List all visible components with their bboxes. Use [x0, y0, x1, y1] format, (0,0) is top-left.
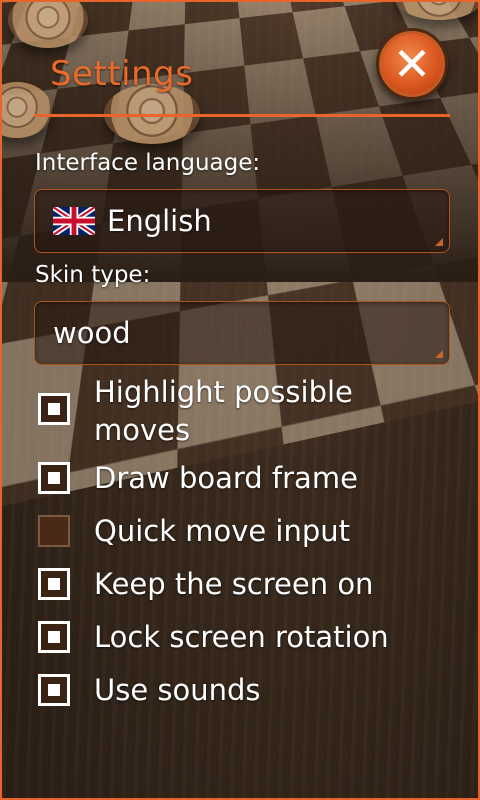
uk-flag-icon — [53, 207, 95, 235]
checkbox[interactable] — [38, 674, 70, 706]
checkbox[interactable] — [38, 621, 70, 653]
skin-select[interactable]: wood — [34, 301, 450, 365]
option-label: Lock screen rotation — [94, 620, 389, 654]
option-label: Draw board frame — [94, 461, 358, 495]
checkbox[interactable] — [38, 568, 70, 600]
option-use-sounds[interactable]: Use sounds — [38, 671, 458, 709]
option-label: Highlight possible moves — [94, 375, 353, 447]
settings-dialog: Settings ✕ Interface language: English S… — [0, 0, 480, 800]
check-mark-icon — [48, 472, 60, 484]
dropdown-corner-icon — [435, 238, 443, 246]
check-mark-icon — [48, 684, 60, 696]
option-lock-rotation[interactable]: Lock screen rotation — [38, 618, 458, 656]
page-title: Settings — [50, 54, 194, 94]
check-mark-icon — [48, 631, 60, 643]
close-button[interactable]: ✕ — [376, 28, 448, 100]
skin-value: wood — [53, 316, 131, 350]
option-label: Quick move input — [94, 514, 351, 548]
checkbox[interactable] — [38, 393, 70, 425]
language-value: English — [107, 204, 212, 238]
checkbox[interactable] — [38, 462, 70, 494]
option-board-frame[interactable]: Draw board frame — [38, 459, 458, 497]
title-divider — [34, 114, 450, 117]
skin-label: Skin type: — [35, 262, 151, 288]
option-keep-screen-on[interactable]: Keep the screen on — [38, 565, 458, 603]
dropdown-corner-icon — [435, 350, 443, 358]
check-mark-icon — [48, 578, 60, 590]
close-icon: ✕ — [392, 37, 432, 91]
check-mark-icon — [48, 403, 60, 415]
language-label: Interface language: — [35, 150, 261, 176]
option-highlight-moves[interactable]: Highlight possible moves — [38, 373, 458, 449]
option-label: Keep the screen on — [94, 567, 374, 601]
language-select[interactable]: English — [34, 189, 450, 253]
option-quick-move[interactable]: Quick move input — [38, 512, 458, 550]
option-label: Use sounds — [94, 673, 261, 707]
checkbox[interactable] — [38, 515, 70, 547]
